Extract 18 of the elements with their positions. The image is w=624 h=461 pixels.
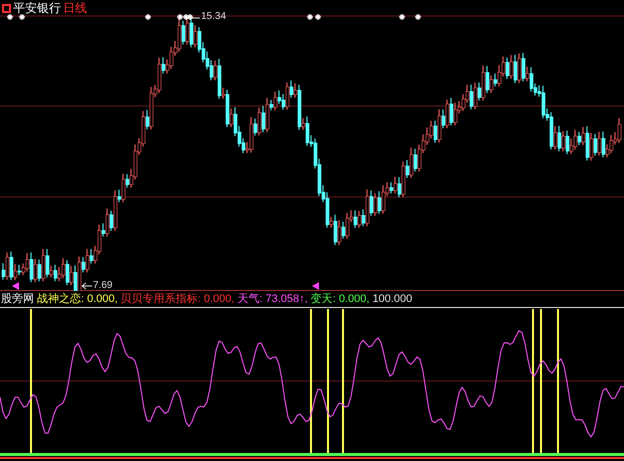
low-price-label: 7.69 — [93, 280, 112, 292]
star-marker-icon — [144, 13, 152, 21]
triangle-marker-icon — [312, 282, 319, 290]
star-marker-icon — [6, 13, 14, 21]
stock-name: 平安银行 — [13, 1, 61, 15]
legend-value: 100.000 — [372, 292, 412, 306]
star-marker-icon — [398, 13, 406, 21]
star-marker-icon — [414, 13, 422, 21]
legend-value: 天气: 73.058↑, — [237, 292, 308, 306]
legend-value: 变天: 0.000, — [310, 292, 370, 306]
triangle-marker-icon — [12, 282, 19, 290]
legend-value: 贝贝专用系指标: 0.000, — [120, 292, 234, 306]
chart-indicator-icon — [2, 4, 11, 12]
star-marker-icon — [18, 13, 26, 21]
indicator-name: 股旁网 — [1, 292, 34, 306]
legend-value: 战神之恋: 0.000, — [37, 292, 118, 306]
high-price-label: 15.34 — [201, 11, 226, 23]
period-label: 日线 — [63, 1, 87, 15]
